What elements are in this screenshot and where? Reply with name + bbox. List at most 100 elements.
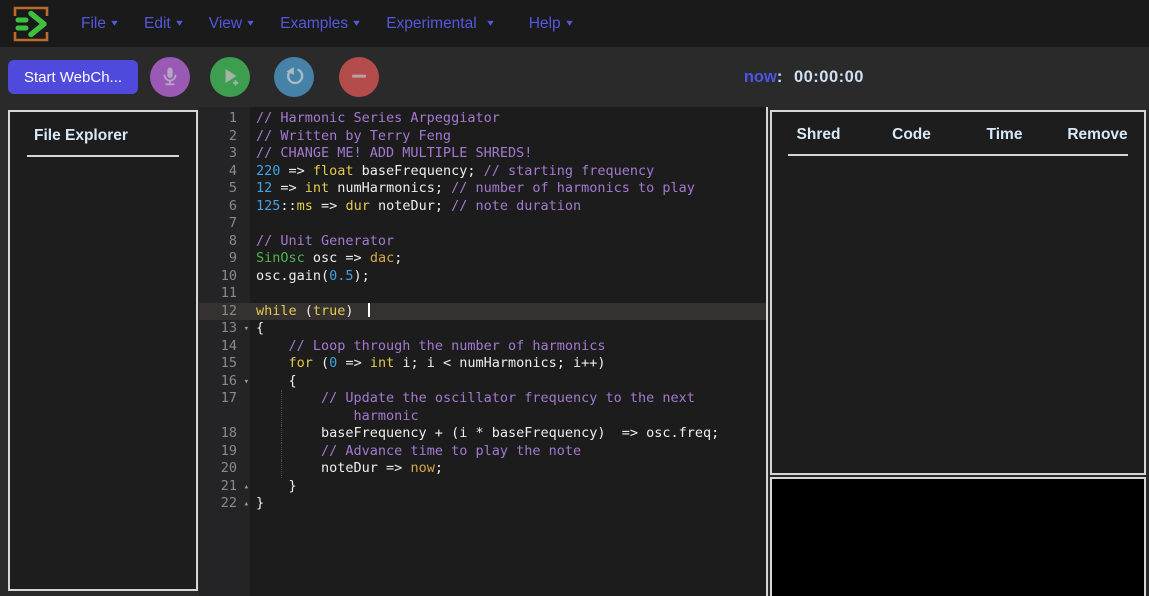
code-line[interactable]: noteDur => now; — [250, 460, 766, 478]
code-token: // Loop through the number of harmonics — [289, 338, 606, 354]
caret-down-icon: ▾ — [353, 18, 360, 29]
play-plus-icon — [217, 63, 243, 92]
code-line[interactable]: // Written by Terry Feng — [250, 128, 766, 146]
code-line[interactable]: // Harmonic Series Arpeggiator — [250, 110, 766, 128]
menu-file[interactable]: File ▾ — [81, 15, 117, 33]
gutter-line[interactable]: 16▾ — [199, 373, 250, 391]
menu-view[interactable]: View ▾ — [209, 15, 253, 33]
code-token: int — [305, 180, 329, 196]
menu-examples-label: Examples — [280, 15, 348, 33]
gutter-line[interactable]: 14 — [199, 338, 250, 356]
chuck-time-display: now: 00:00:00 — [744, 68, 864, 87]
code-token: noteDur => — [256, 460, 410, 476]
fold-down-icon[interactable]: ▾ — [244, 374, 249, 392]
code-token — [256, 355, 289, 371]
gutter-line[interactable]: 5 — [199, 180, 250, 198]
code-token: { — [256, 373, 297, 389]
code-token: for — [289, 355, 313, 371]
gutter-line[interactable]: 19 — [199, 443, 250, 461]
code-line[interactable]: for (0 => int i; i < numHarmonics; i++) — [250, 355, 766, 373]
code-line[interactable]: while (true) — [250, 303, 766, 321]
gutter-line[interactable]: 9 — [199, 250, 250, 268]
remove-shred-button[interactable] — [339, 57, 379, 97]
menu-examples[interactable]: Examples ▾ — [280, 15, 359, 33]
gutter-line[interactable]: 17 — [199, 390, 250, 408]
code-line[interactable]: baseFrequency + (i * baseFrequency) => o… — [250, 425, 766, 443]
panel-resize-divider[interactable] — [766, 107, 768, 596]
code-line[interactable]: } — [250, 478, 766, 496]
gutter-line[interactable] — [199, 408, 250, 426]
fold-up-icon[interactable]: ▴ — [244, 479, 249, 497]
gutter-line[interactable]: 10 — [199, 268, 250, 286]
gutter-line[interactable]: 7 — [199, 215, 250, 233]
code-line[interactable]: 125::ms => dur noteDur; // note duration — [250, 198, 766, 216]
gutter-line[interactable]: 13▾ — [199, 320, 250, 338]
play-add-shred-button[interactable] — [210, 57, 250, 97]
code-line[interactable]: // Loop through the number of harmonics — [250, 338, 766, 356]
code-token: ms — [297, 198, 313, 214]
line-number: 6 — [229, 198, 237, 214]
gutter-line[interactable]: 3 — [199, 145, 250, 163]
code-line[interactable]: // CHANGE ME! ADD MULTIPLE SHREDS! — [250, 145, 766, 163]
code-line[interactable]: { — [250, 320, 766, 338]
menu-view-label: View — [209, 15, 242, 33]
line-number: 7 — [229, 215, 237, 231]
chuck-logo[interactable] — [8, 3, 54, 45]
code-line[interactable]: 12 => int numHarmonics; // number of har… — [250, 180, 766, 198]
code-line[interactable]: SinOsc osc => dac; — [250, 250, 766, 268]
gutter-line[interactable]: 12 — [199, 303, 250, 321]
code-token: // number of harmonics to play — [451, 180, 695, 196]
code-line[interactable]: harmonic — [250, 408, 766, 426]
gutter-line[interactable]: 4 — [199, 163, 250, 181]
code-token: ; — [435, 460, 443, 476]
main-area: File Explorer 12345678910111213▾141516▾1… — [0, 107, 1149, 596]
file-explorer-divider — [27, 155, 179, 157]
code-line[interactable] — [250, 285, 766, 303]
start-webchuck-button[interactable]: Start WebCh... — [8, 60, 138, 94]
code-line[interactable]: 220 => float baseFrequency; // starting … — [250, 163, 766, 181]
gutter-line[interactable]: 8 — [199, 233, 250, 251]
code-token: int — [370, 355, 394, 371]
code-line[interactable] — [250, 215, 766, 233]
microphone-button[interactable] — [150, 57, 190, 97]
menu-edit-label: Edit — [144, 15, 171, 33]
line-number: 12 — [221, 303, 237, 319]
replace-shred-button[interactable] — [274, 57, 314, 97]
minus-icon — [346, 63, 372, 92]
code-token: // Advance time to play the note — [321, 443, 581, 459]
text-cursor — [368, 303, 370, 317]
line-number: 20 — [221, 460, 237, 476]
gutter-line[interactable]: 20 — [199, 460, 250, 478]
gutter-line[interactable]: 22▴ — [199, 495, 250, 513]
code-token: dur — [345, 198, 369, 214]
console-panel — [770, 477, 1146, 596]
gutter-line[interactable]: 15 — [199, 355, 250, 373]
code-line[interactable]: // Unit Generator — [250, 233, 766, 251]
gutter-line[interactable]: 21▴ — [199, 478, 250, 496]
menu-experimental[interactable]: Experimental ▾ — [386, 15, 493, 33]
gutter-line[interactable]: 6 — [199, 198, 250, 216]
fold-down-icon[interactable]: ▾ — [244, 321, 249, 339]
gutter-line[interactable]: 2 — [199, 128, 250, 146]
code-token: dac — [370, 250, 394, 266]
code-line[interactable]: // Advance time to play the note — [250, 443, 766, 461]
code-editor[interactable]: 12345678910111213▾141516▾1718192021▴22▴ … — [199, 107, 766, 596]
fold-up-icon[interactable]: ▴ — [244, 496, 249, 514]
gutter-line[interactable]: 18 — [199, 425, 250, 443]
menu-edit[interactable]: Edit ▾ — [144, 15, 182, 33]
menu-help[interactable]: Help ▾ — [529, 15, 572, 33]
line-number: 4 — [229, 163, 237, 179]
menu-file-label: File — [81, 15, 106, 33]
code-line[interactable]: } — [250, 495, 766, 513]
editor-code-area[interactable]: // Harmonic Series Arpeggiator// Written… — [250, 107, 766, 596]
caret-down-icon: ▾ — [111, 18, 118, 29]
code-line[interactable]: osc.gain(0.5); — [250, 268, 766, 286]
code-token: now — [410, 460, 434, 476]
code-line[interactable]: // Update the oscillator frequency to th… — [250, 390, 766, 408]
code-line[interactable]: { — [250, 373, 766, 391]
gutter-line[interactable]: 1 — [199, 110, 250, 128]
code-token: i; i < numHarmonics; i++) — [394, 355, 605, 371]
line-number: 2 — [229, 128, 237, 144]
code-token: // note duration — [451, 198, 581, 214]
gutter-line[interactable]: 11 — [199, 285, 250, 303]
